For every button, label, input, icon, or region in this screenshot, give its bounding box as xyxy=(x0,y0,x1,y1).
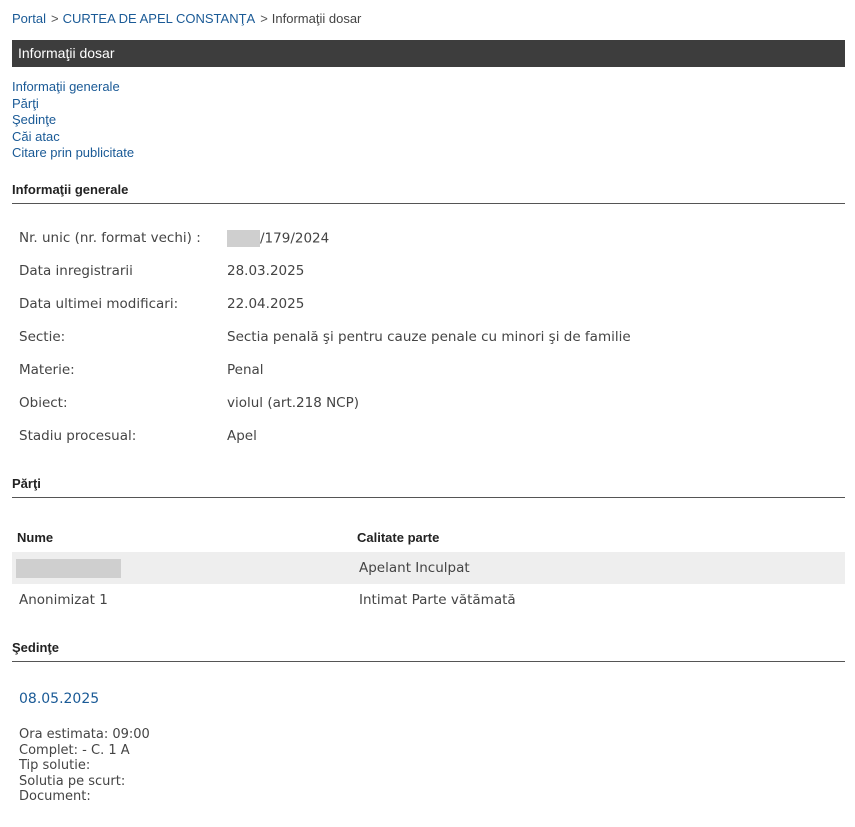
breadcrumb-separator: > xyxy=(260,11,268,26)
section-heading-general-info: Informaţii generale xyxy=(12,182,845,204)
section-heading-hearings: Şedinţe xyxy=(12,640,845,662)
party-name-redacted xyxy=(12,558,352,578)
info-label: Obiect: xyxy=(19,395,68,411)
nav-link-general-info[interactable]: Informaţii generale xyxy=(12,79,134,96)
case-number-suffix: /179/2024 xyxy=(260,230,330,247)
info-value: 28.03.2025 xyxy=(227,263,305,279)
breadcrumb-current: Informaţii dosar xyxy=(271,11,362,26)
general-info-table: Nr. unic (nr. format vechi) : /179/2024 … xyxy=(19,230,631,461)
info-row-object: Obiect: violul (art.218 NCP) xyxy=(19,395,631,428)
column-header-name: Nume xyxy=(17,529,54,545)
hearing-solution-type: Tip solutie: xyxy=(19,758,91,773)
table-header-row: Nume Calitate parte xyxy=(12,522,845,552)
page-title: Informaţii dosar xyxy=(18,45,115,61)
hearing-details: Ora estimata: 09:00 Complet: - C. 1 A Ti… xyxy=(19,727,150,805)
table-row: Apelant Inculpat xyxy=(12,552,845,584)
page-title-bar: Informaţii dosar xyxy=(12,40,845,67)
info-row-subject-matter: Materie: Penal xyxy=(19,362,631,395)
info-label: Data inregistrarii xyxy=(19,263,133,279)
breadcrumb-separator: > xyxy=(50,11,59,26)
info-row-last-modified: Data ultimei modificari: 22.04.2025 xyxy=(19,296,631,329)
info-row-section: Sectie: Sectia penală şi pentru cauze pe… xyxy=(19,329,631,362)
redacted-block xyxy=(16,558,121,578)
nav-link-appeals[interactable]: Căi atac xyxy=(12,129,134,146)
breadcrumb: Portal > CURTEA DE APEL CONSTANŢA > Informaţ… xyxy=(12,11,361,26)
info-label: Stadiu procesual: xyxy=(19,428,137,444)
breadcrumb-portal-link[interactable]: Portal xyxy=(12,11,46,26)
section-nav: Informaţii generale Părţi Şedinţe Căi at… xyxy=(12,79,134,162)
info-value: Apel xyxy=(227,428,257,444)
info-value: Penal xyxy=(227,362,264,378)
info-label: Sectie: xyxy=(19,329,66,345)
table-row: Anonimizat 1 Intimat Parte vătămată xyxy=(12,584,845,616)
hearing-date-link[interactable]: 08.05.2025 xyxy=(19,691,99,707)
hearing-solution-summary: Solutia pe scurt: xyxy=(19,773,126,789)
column-header-role: Calitate parte xyxy=(357,529,440,545)
party-role: Apelant Inculpat xyxy=(359,560,470,576)
section-heading-parties: Părţi xyxy=(12,476,845,498)
hearing-panel: Complet: - C. 1 A xyxy=(19,742,130,758)
info-value: violul (art.218 NCP) xyxy=(227,395,360,411)
info-value: 22.04.2025 xyxy=(227,296,305,312)
info-value: Sectia penală şi pentru cauze penale cu … xyxy=(227,329,631,345)
breadcrumb-court-link[interactable]: CURTEA DE APEL CONSTANŢA xyxy=(63,11,256,26)
nav-link-public-summons[interactable]: Citare prin publicitate xyxy=(12,145,134,162)
party-role: Intimat Parte vătămată xyxy=(359,592,516,608)
info-row-case-number: Nr. unic (nr. format vechi) : /179/2024 xyxy=(19,230,631,263)
info-row-procedural-stage: Stadiu procesual: Apel xyxy=(19,428,631,461)
info-value-case-number: /179/2024 xyxy=(227,230,329,247)
info-label: Nr. unic (nr. format vechi) : xyxy=(19,230,201,246)
info-row-registration-date: Data inregistrarii 28.03.2025 xyxy=(19,263,631,296)
party-name: Anonimizat 1 xyxy=(19,592,108,608)
parties-table: Nume Calitate parte Apelant Inculpat Ano… xyxy=(12,522,845,616)
nav-link-parties[interactable]: Părţi xyxy=(12,96,134,113)
hearing-estimated-time: Ora estimata: 09:00 xyxy=(19,727,150,742)
redacted-block xyxy=(227,230,260,247)
info-label: Data ultimei modificari: xyxy=(19,296,179,312)
hearing-document: Document: xyxy=(19,789,91,804)
nav-link-hearings[interactable]: Şedinţe xyxy=(12,112,134,129)
info-label: Materie: xyxy=(19,362,75,378)
